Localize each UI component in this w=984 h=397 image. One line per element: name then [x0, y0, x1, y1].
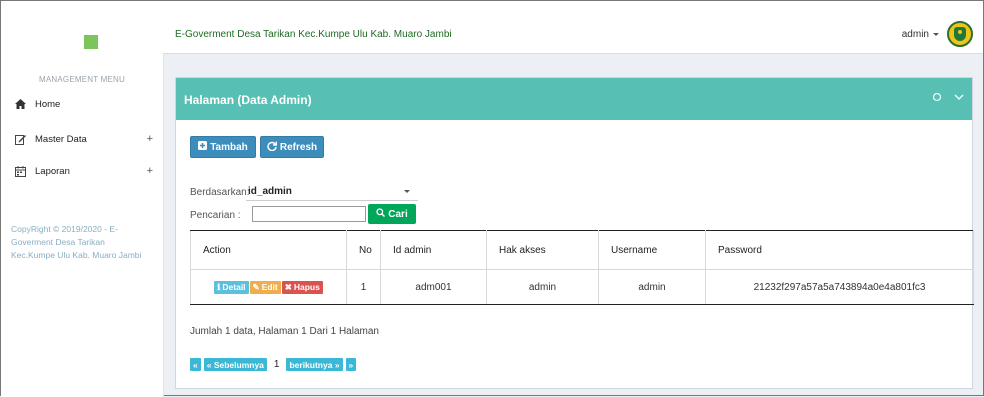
collapse-chevron-icon[interactable] — [954, 92, 964, 105]
panel-tools — [932, 92, 964, 105]
table-header-row: Action No Id admin Hak akses Username Pa… — [190, 230, 974, 270]
refresh-button[interactable]: Refresh — [260, 136, 324, 158]
action-cell: ℹ Detail ✎ Edit ✖ Hapus — [190, 269, 347, 305]
cell-password: 21232f297a57a5a743894a0e4a801fc3 — [705, 269, 974, 305]
home-icon — [13, 99, 27, 109]
last-page-button[interactable]: » — [345, 358, 357, 371]
pencarian-label: Pencarian : — [190, 210, 241, 221]
calendar-icon — [13, 165, 27, 177]
table-row: ℹ Detail ✎ Edit ✖ Hapus 1 adm001 admin a… — [190, 269, 974, 305]
chevron-down-icon — [404, 190, 410, 193]
hapus-label: Hapus — [293, 282, 320, 292]
filter-field-value: id_admin — [248, 185, 292, 197]
column-header: Hak akses — [486, 230, 599, 270]
tambah-button[interactable]: Tambah — [190, 136, 256, 158]
cell-username: admin — [598, 269, 706, 305]
expand-plus-icon[interactable]: + — [147, 133, 153, 145]
plus-square-icon — [198, 141, 208, 153]
cell-id-admin: adm001 — [380, 269, 487, 305]
info-icon: ℹ — [217, 281, 221, 292]
cari-label: Cari — [388, 208, 408, 220]
chevron-down-icon — [933, 32, 939, 36]
edit-icon: ✎ — [252, 281, 260, 292]
admin-table: Action No Id admin Hak akses Username Pa… — [190, 230, 974, 305]
column-header: Username — [598, 230, 706, 270]
sidebar-item-label: Laporan — [35, 165, 70, 177]
page-number[interactable]: 1 — [270, 359, 284, 370]
close-icon: ✖ — [284, 281, 292, 292]
berdasarkan-label: Berdasarkan: — [190, 187, 250, 198]
column-header: Password — [705, 230, 974, 270]
avatar[interactable] — [947, 21, 973, 47]
detail-button[interactable]: ℹ Detail — [214, 280, 249, 294]
filter-field-select[interactable]: id_admin — [246, 182, 418, 201]
search-input[interactable] — [252, 206, 366, 222]
sidebar-item-master-data[interactable]: Master Data + — [1, 130, 163, 148]
copyright-text: CopyRight © 2019/2020 - E-Goverment Desa… — [11, 224, 142, 260]
edit-button[interactable]: ✎ Edit — [249, 280, 281, 294]
column-header: Id admin — [380, 230, 487, 270]
sidebar-item-laporan[interactable]: Laporan + — [1, 162, 163, 180]
search-icon — [376, 208, 386, 220]
settings-icon[interactable] — [932, 92, 942, 105]
column-header: Action — [190, 230, 347, 270]
column-header: No — [346, 230, 381, 270]
refresh-label: Refresh — [279, 141, 318, 153]
page-title: Halaman (Data Admin) — [184, 93, 312, 107]
pagination-info: Jumlah 1 data, Halaman 1 Dari 1 Halaman — [190, 326, 379, 337]
cari-button[interactable]: Cari — [368, 204, 416, 224]
tambah-label: Tambah — [210, 141, 248, 153]
menu-header: MANAGEMENT MENU — [39, 75, 125, 84]
topbar: E-Goverment Desa Tarikan Kec.Kumpe Ulu K… — [163, 1, 983, 54]
sidebar-item-label: Home — [35, 98, 61, 110]
sidebar-item-home[interactable]: Home — [1, 95, 163, 113]
cell-hak-akses: admin — [486, 269, 599, 305]
hapus-button[interactable]: ✖ Hapus — [281, 280, 323, 294]
first-page-button[interactable]: « — [190, 358, 201, 371]
user-name: admin — [901, 29, 929, 40]
refresh-icon — [267, 141, 278, 154]
next-page-button[interactable]: berikutnya » — [286, 358, 343, 371]
edit-label: Edit — [261, 282, 278, 292]
edit-icon — [13, 134, 27, 145]
user-menu[interactable]: admin — [902, 29, 939, 40]
detail-label: Detail — [222, 282, 246, 292]
prev-page-button[interactable]: « Sebelumnya — [203, 358, 267, 371]
app-title: E-Goverment Desa Tarikan Kec.Kumpe Ulu K… — [175, 29, 452, 40]
cell-no: 1 — [346, 269, 381, 305]
data-admin-panel: Halaman (Data Admin) Tambah Refresh Berd… — [175, 77, 974, 389]
pagination: « « Sebelumnya 1 berikutnya » » — [190, 358, 357, 371]
emblem-dot — [958, 30, 962, 34]
expand-plus-icon[interactable]: + — [147, 165, 153, 177]
sidebar: MANAGEMENT MENU Home Master Data + Lapor… — [1, 1, 164, 397]
logo — [84, 35, 98, 49]
panel-header: Halaman (Data Admin) — [176, 78, 972, 120]
sidebar-item-label: Master Data — [35, 133, 87, 145]
